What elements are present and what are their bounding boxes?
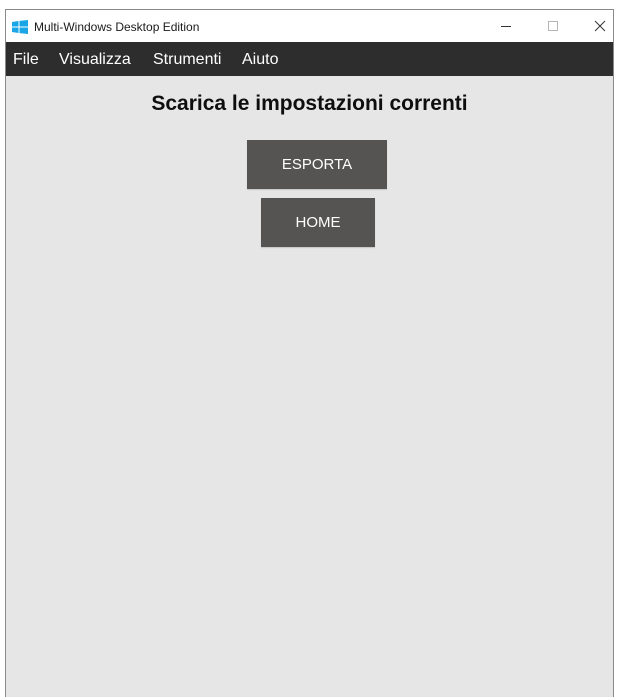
main-content: Scarica le impostazioni correnti ESPORTA…	[6, 76, 613, 697]
export-button[interactable]: ESPORTA	[247, 140, 387, 189]
menu-item-strumenti[interactable]: Strumenti	[153, 51, 221, 69]
home-button[interactable]: HOME	[261, 198, 375, 247]
maximize-button[interactable]	[530, 10, 576, 42]
page-heading: Scarica le impostazioni correnti	[151, 92, 468, 115]
minimize-button[interactable]	[483, 10, 529, 42]
close-icon	[594, 20, 606, 32]
title-bar[interactable]: Multi-Windows Desktop Edition	[6, 10, 613, 42]
menu-item-visualizza[interactable]: Visualizza	[59, 51, 131, 69]
windows-logo-icon	[12, 20, 28, 34]
maximize-icon	[548, 21, 558, 31]
menu-item-aiuto[interactable]: Aiuto	[242, 51, 278, 69]
minimize-icon	[501, 26, 511, 27]
close-button[interactable]	[577, 10, 613, 42]
menu-item-file[interactable]: File	[13, 51, 39, 69]
app-window: Multi-Windows Desktop Edition File Visua…	[5, 9, 614, 697]
window-title: Multi-Windows Desktop Edition	[34, 20, 200, 34]
menu-bar: File Visualizza Strumenti Aiuto	[6, 42, 613, 76]
